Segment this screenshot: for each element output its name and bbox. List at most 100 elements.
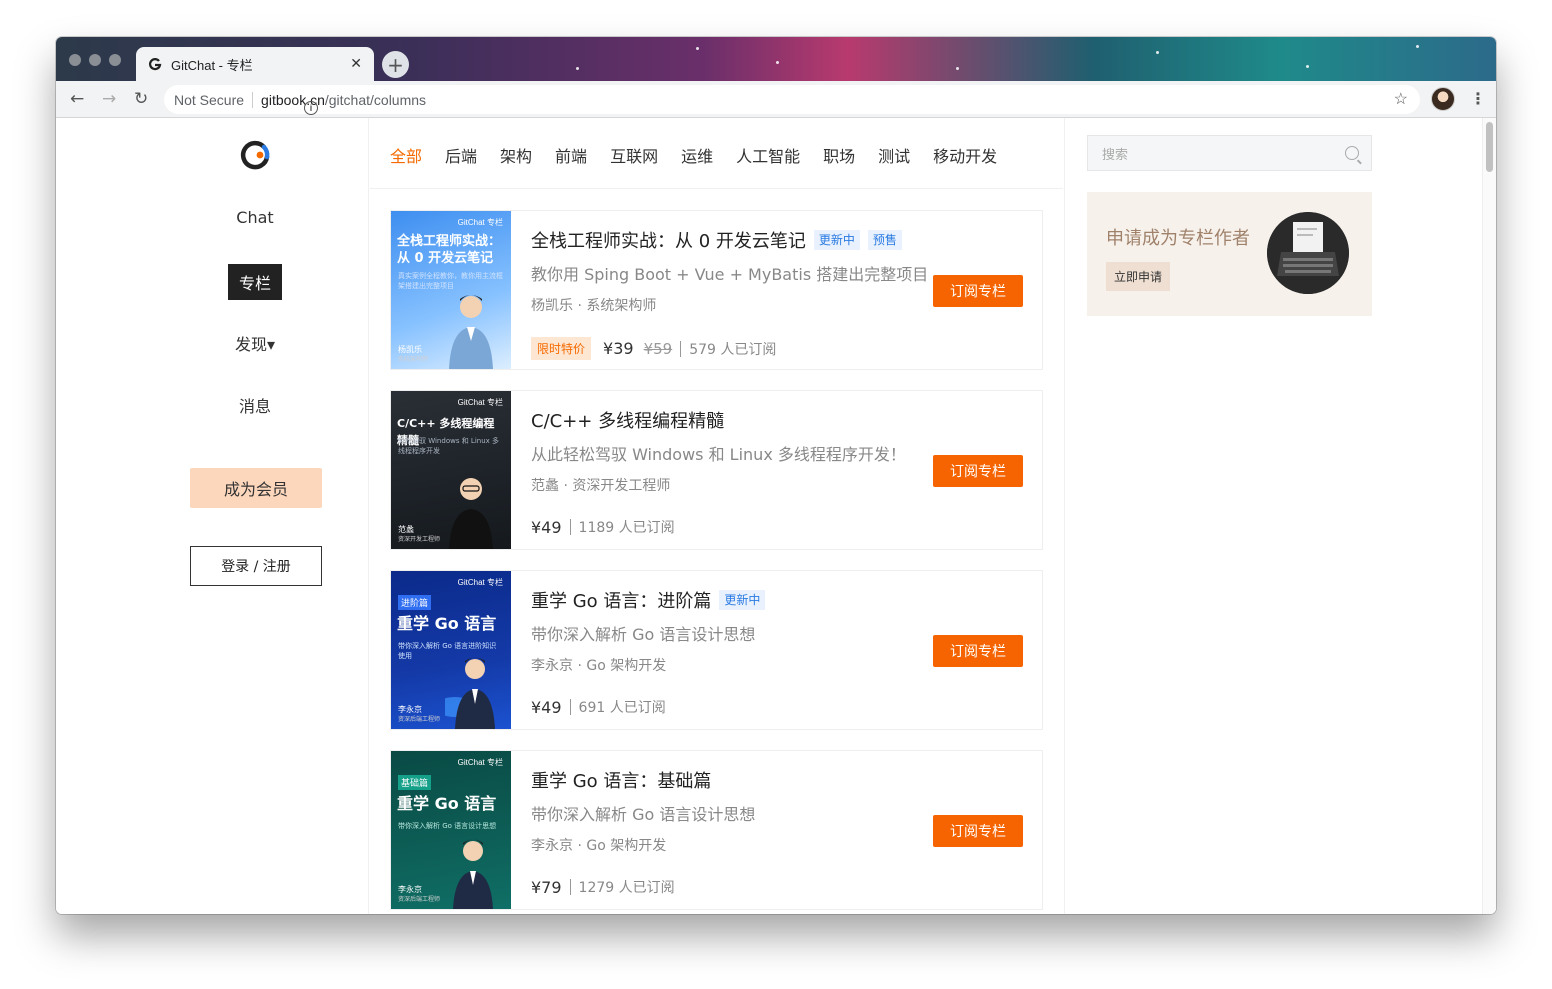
subscribe-button[interactable]: 订阅专栏: [933, 815, 1023, 847]
original-price: ¥59: [643, 339, 673, 358]
author-illustration-icon: [449, 295, 493, 369]
column-title-row: C/C++ 多线程编程精髓: [531, 407, 911, 433]
back-icon[interactable]: ←: [70, 89, 84, 109]
tab-mobile[interactable]: 移动开发: [933, 143, 997, 167]
window-controls[interactable]: [69, 54, 121, 66]
gitchat-favicon-icon: [148, 58, 162, 71]
column-title[interactable]: 全栈工程师实战：从 0 开发云笔记: [531, 227, 806, 253]
tab-testing[interactable]: 测试: [878, 143, 910, 167]
cover-brand: GitChat 专栏: [457, 398, 503, 407]
search-icon[interactable]: [1345, 146, 1359, 160]
column-title[interactable]: 重学 Go 语言：基础篇: [531, 767, 711, 793]
browser-window: GitChat - 专栏 ✕ + ← → ↻ i Not Secure gitb…: [56, 37, 1496, 914]
cover-role: 资深开发工程师: [398, 536, 441, 543]
column-description: 带你深入解析 Go 语言设计思想: [531, 805, 756, 824]
price-line: 限时特价 ¥39 ¥59 579 人已订阅: [531, 337, 776, 360]
subscriber-count: 1189 人已订阅: [578, 520, 675, 536]
subscriber-count: 691 人已订阅: [578, 700, 666, 716]
price-divider: [569, 879, 571, 895]
minimize-window-button[interactable]: [89, 54, 101, 66]
gitchat-logo-icon[interactable]: [239, 138, 273, 172]
column-author: 杨凯乐 · 系统架构师: [531, 298, 657, 314]
tab-career[interactable]: 职场: [823, 143, 855, 167]
column-title-row: 重学 Go 语言：进阶篇 更新中: [531, 587, 911, 613]
tab-ops[interactable]: 运维: [681, 143, 713, 167]
subscribe-button[interactable]: 订阅专栏: [933, 455, 1023, 487]
tab-close-icon[interactable]: ✕: [350, 56, 362, 72]
column-description: 带你深入解析 Go 语言设计思想: [531, 625, 756, 644]
cover-tag: 基础篇: [398, 775, 432, 790]
author-illustration-icon: [449, 477, 493, 549]
cover-brand: GitChat 专栏: [457, 218, 503, 227]
tab-all[interactable]: 全部: [390, 143, 422, 167]
column-title[interactable]: 重学 Go 语言：进阶篇: [531, 587, 711, 613]
column-title[interactable]: C/C++ 多线程编程精髓: [531, 407, 724, 433]
close-window-button[interactable]: [69, 54, 81, 66]
status-badge-updating: 更新中: [719, 590, 766, 610]
scrollbar-thumb[interactable]: [1486, 122, 1493, 172]
cover-title: 全栈工程师实战：从 0 开发云笔记: [397, 234, 502, 266]
tab-backend[interactable]: 后端: [445, 143, 477, 167]
column-author: 李永京 · Go 架构开发: [531, 838, 667, 854]
subscribe-button[interactable]: 订阅专栏: [933, 275, 1023, 307]
search-placeholder: 搜索: [1102, 147, 1129, 163]
browser-menu-icon[interactable]: ⋮: [1470, 89, 1486, 108]
cover-subtitle: 真实案例全程教你，教你用主流框架搭建出完整项目: [398, 272, 503, 290]
column-cover-image[interactable]: GitChat 专栏 进阶篇 重学 Go 语言 带你深入解析 Go 语言进阶知识…: [391, 571, 511, 729]
page-scrollbar[interactable]: [1482, 118, 1496, 914]
cover-role: 系统架构师: [398, 356, 429, 363]
nav-messages-label: 消息: [238, 397, 271, 416]
omnibox-divider: [252, 91, 254, 108]
tab-ai[interactable]: 人工智能: [736, 143, 800, 167]
cover-role: 资深后端工程师: [398, 896, 441, 903]
cover-title: 重学 Go 语言: [397, 794, 497, 813]
author-promo-banner: 申请成为专栏作者 立即申请: [1087, 192, 1372, 316]
subscribe-button[interactable]: 订阅专栏: [933, 635, 1023, 667]
cover-role: 资深后端工程师: [398, 716, 441, 723]
column-card[interactable]: GitChat 专栏 全栈工程师实战：从 0 开发云笔记 真实案例全程教你，教你…: [390, 210, 1043, 370]
cover-brand: GitChat 专栏: [457, 578, 503, 587]
nav-columns-label: 专栏: [227, 264, 282, 300]
price-divider: [569, 699, 571, 715]
sale-tag: 限时特价: [531, 337, 592, 360]
price-line: ¥49 1189 人已订阅: [531, 517, 675, 537]
search-input[interactable]: 搜索: [1087, 135, 1372, 171]
column-card[interactable]: GitChat 专栏 进阶篇 重学 Go 语言 带你深入解析 Go 语言进阶知识…: [390, 570, 1043, 730]
forward-icon[interactable]: →: [102, 89, 116, 109]
main-content: 全部 后端 架构 前端 互联网 运维 人工智能 职场 测试 移动开发 GitCh…: [370, 118, 1063, 914]
login-register-button[interactable]: 登录 / 注册: [190, 546, 322, 586]
price: ¥49: [531, 697, 562, 717]
tab-internet[interactable]: 互联网: [610, 143, 658, 167]
column-cover-image[interactable]: GitChat 专栏 C/C++ 多线程编程精髓 轻松驾驭 Windows 和 …: [391, 391, 511, 549]
column-cover-image[interactable]: GitChat 专栏 全栈工程师实战：从 0 开发云笔记 真实案例全程教你，教你…: [391, 211, 511, 369]
info-icon[interactable]: i: [304, 101, 318, 115]
reload-icon[interactable]: ↻: [134, 89, 148, 109]
column-cover-image[interactable]: GitChat 专栏 基础篇 重学 Go 语言 带你深入解析 Go 语言设计思想…: [391, 751, 511, 909]
nav-chat-label: Chat: [236, 208, 274, 227]
category-tabs: 全部 后端 架构 前端 互联网 运维 人工智能 职场 测试 移动开发: [390, 143, 997, 167]
price-divider: [569, 519, 571, 535]
tab-architecture[interactable]: 架构: [500, 143, 532, 167]
tab-frontend[interactable]: 前端: [555, 143, 587, 167]
column-info: 重学 Go 语言：进阶篇 更新中 带你深入解析 Go 语言设计思想 李永京 · …: [531, 587, 911, 675]
cover-tag: 进阶篇: [398, 595, 432, 610]
apply-now-button[interactable]: 立即申请: [1106, 262, 1171, 291]
column-description: 从此轻松驾驭 Windows 和 Linux 多线程程序开发！: [531, 445, 906, 464]
browser-tab[interactable]: GitChat - 专栏 ✕: [136, 47, 374, 81]
cover-title: 重学 Go 语言: [397, 614, 497, 633]
bookmark-star-icon[interactable]: ☆: [1394, 89, 1408, 109]
column-card[interactable]: GitChat 专栏 C/C++ 多线程编程精髓 轻松驾驭 Windows 和 …: [390, 390, 1043, 550]
profile-avatar[interactable]: [1431, 87, 1455, 111]
column-card[interactable]: GitChat 专栏 基础篇 重学 Go 语言 带你深入解析 Go 语言设计思想…: [390, 750, 1043, 910]
price: ¥49: [531, 517, 562, 537]
column-author: 李永京 · Go 架构开发: [531, 658, 667, 674]
promo-title: 申请成为专栏作者: [1106, 228, 1250, 249]
become-member-button[interactable]: 成为会员: [190, 468, 322, 508]
maximize-window-button[interactable]: [109, 54, 121, 66]
price-line: ¥79 1279 人已订阅: [531, 877, 675, 897]
address-bar[interactable]: i Not Secure gitbook.cn/gitchat/columns …: [164, 85, 1420, 115]
new-tab-button[interactable]: +: [382, 51, 409, 78]
status-badge-presale: 预售: [867, 230, 902, 250]
price-line: ¥49 691 人已订阅: [531, 697, 666, 717]
column-description: 教你用 Sping Boot + Vue + MyBatis 搭建出完整项目: [531, 265, 929, 284]
